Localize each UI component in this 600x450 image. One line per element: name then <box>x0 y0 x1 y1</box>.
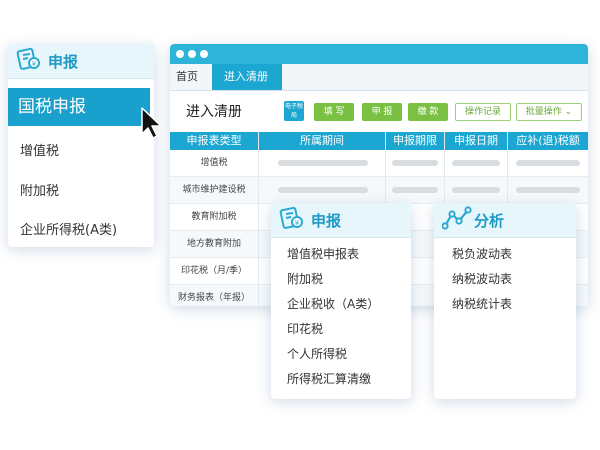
table-row[interactable]: 城市维护建设税 <box>170 177 588 204</box>
window-dot-2[interactable] <box>188 50 196 58</box>
declare-button[interactable]: 申 报 <box>362 103 402 121</box>
row-label: 财务报表（年报） <box>177 293 250 303</box>
declare-menu-title: 申报 <box>48 52 79 71</box>
mouse-pointer-icon <box>140 106 166 144</box>
menu-item-vat[interactable]: 增值税 <box>20 140 59 159</box>
svg-text:¥: ¥ <box>32 60 37 68</box>
toolbar: 进入清册 电子税局 填 写 申 报 缴 款 操作记录 批量操作 ⌄ <box>170 91 588 131</box>
menu-item-corporate-income-tax[interactable]: 企业所得税(A类) <box>20 219 117 238</box>
analysis-popup-title: 分析 <box>474 211 505 230</box>
placeholder-bar <box>516 160 580 166</box>
page-title: 进入清册 <box>186 104 242 120</box>
row-label: 地方教育附加 <box>186 239 241 249</box>
placeholder-bar <box>452 160 500 166</box>
form-document-icon: ¥ <box>279 206 305 234</box>
operation-record-button[interactable]: 操作记录 <box>455 103 511 121</box>
menu-item-tax-burden-fluctuation[interactable]: 税负波动表 <box>452 245 512 262</box>
menu-item-vat-return[interactable]: 增值税申报表 <box>287 245 359 262</box>
analysis-graph-icon <box>441 206 472 234</box>
menu-item-personal-income-tax[interactable]: 个人所得税 <box>287 345 347 362</box>
menu-item-annual-settlement[interactable]: 所得税汇算清缴 <box>287 370 371 387</box>
declare-popup-menu: ¥ 申报 增值税申报表 附加税 企业税收（A类） 印花税 个人所得税 所得税汇算… <box>271 203 411 399</box>
pay-button[interactable]: 缴 款 <box>408 103 448 121</box>
menu-item-stamp-tax[interactable]: 印花税 <box>287 320 323 337</box>
placeholder-bar <box>392 187 438 193</box>
column-header-tax-amount: 应补(退)税额 <box>508 132 588 150</box>
menu-item-national-tax[interactable]: 国税申报 <box>8 88 150 126</box>
column-header-declare-date: 申报日期 <box>445 132 507 150</box>
table-row[interactable]: 增值税 <box>170 150 588 177</box>
tab-home[interactable]: 首页 <box>176 64 198 90</box>
analysis-popup-menu: 分析 税负波动表 纳税波动表 纳税统计表 <box>434 203 576 399</box>
batch-operation-label: 批量操作 <box>525 107 562 117</box>
menu-item-corporate-tax[interactable]: 企业税收（A类） <box>287 295 379 312</box>
tab-bar: 首页 进入清册 × <box>170 64 588 109</box>
placeholder-bar <box>516 187 580 193</box>
declare-menu-header: ¥ 申报 <box>8 44 154 79</box>
menu-item-surcharge[interactable]: 附加税 <box>287 270 323 287</box>
placeholder-bar <box>278 160 368 166</box>
declare-popup-header: ¥ 申报 <box>271 203 411 238</box>
tab-enter-register-label: 进入清册 <box>224 70 268 83</box>
fill-button[interactable]: 填 写 <box>314 103 354 121</box>
menu-item-tax-statistics[interactable]: 纳税统计表 <box>452 295 512 312</box>
declare-menu-panel: ¥ 申报 国税申报 增值税 附加税 企业所得税(A类) <box>8 44 154 247</box>
declare-popup-title: 申报 <box>311 211 342 230</box>
row-label: 城市维护建设税 <box>182 185 246 195</box>
row-label: 印花税（月/季） <box>180 266 248 276</box>
placeholder-bar <box>452 187 500 193</box>
column-divider <box>258 132 259 306</box>
row-label: 增值税 <box>200 158 228 168</box>
form-document-icon: ¥ <box>16 47 42 75</box>
analysis-popup-header: 分析 <box>434 203 576 238</box>
menu-item-surcharge[interactable]: 附加税 <box>20 180 59 199</box>
window-dot-1[interactable] <box>176 50 184 58</box>
chevron-down-icon: ⌄ <box>564 107 573 117</box>
placeholder-bar <box>278 187 368 193</box>
column-header-deadline: 申报期限 <box>386 132 444 150</box>
column-header-form-type: 申报表类型 <box>170 132 258 150</box>
row-label: 教育附加税 <box>191 212 237 222</box>
svg-text:¥: ¥ <box>295 219 300 227</box>
e-tax-bureau-badge: 电子税局 <box>284 101 304 121</box>
column-header-period: 所属期间 <box>259 132 385 150</box>
placeholder-bar <box>392 160 438 166</box>
window-dot-3[interactable] <box>200 50 208 58</box>
window-titlebar <box>170 44 588 64</box>
menu-item-tax-payment-fluctuation[interactable]: 纳税波动表 <box>452 270 512 287</box>
tab-enter-register[interactable]: 进入清册 × <box>212 64 282 109</box>
batch-operation-button[interactable]: 批量操作 ⌄ <box>516 103 582 121</box>
